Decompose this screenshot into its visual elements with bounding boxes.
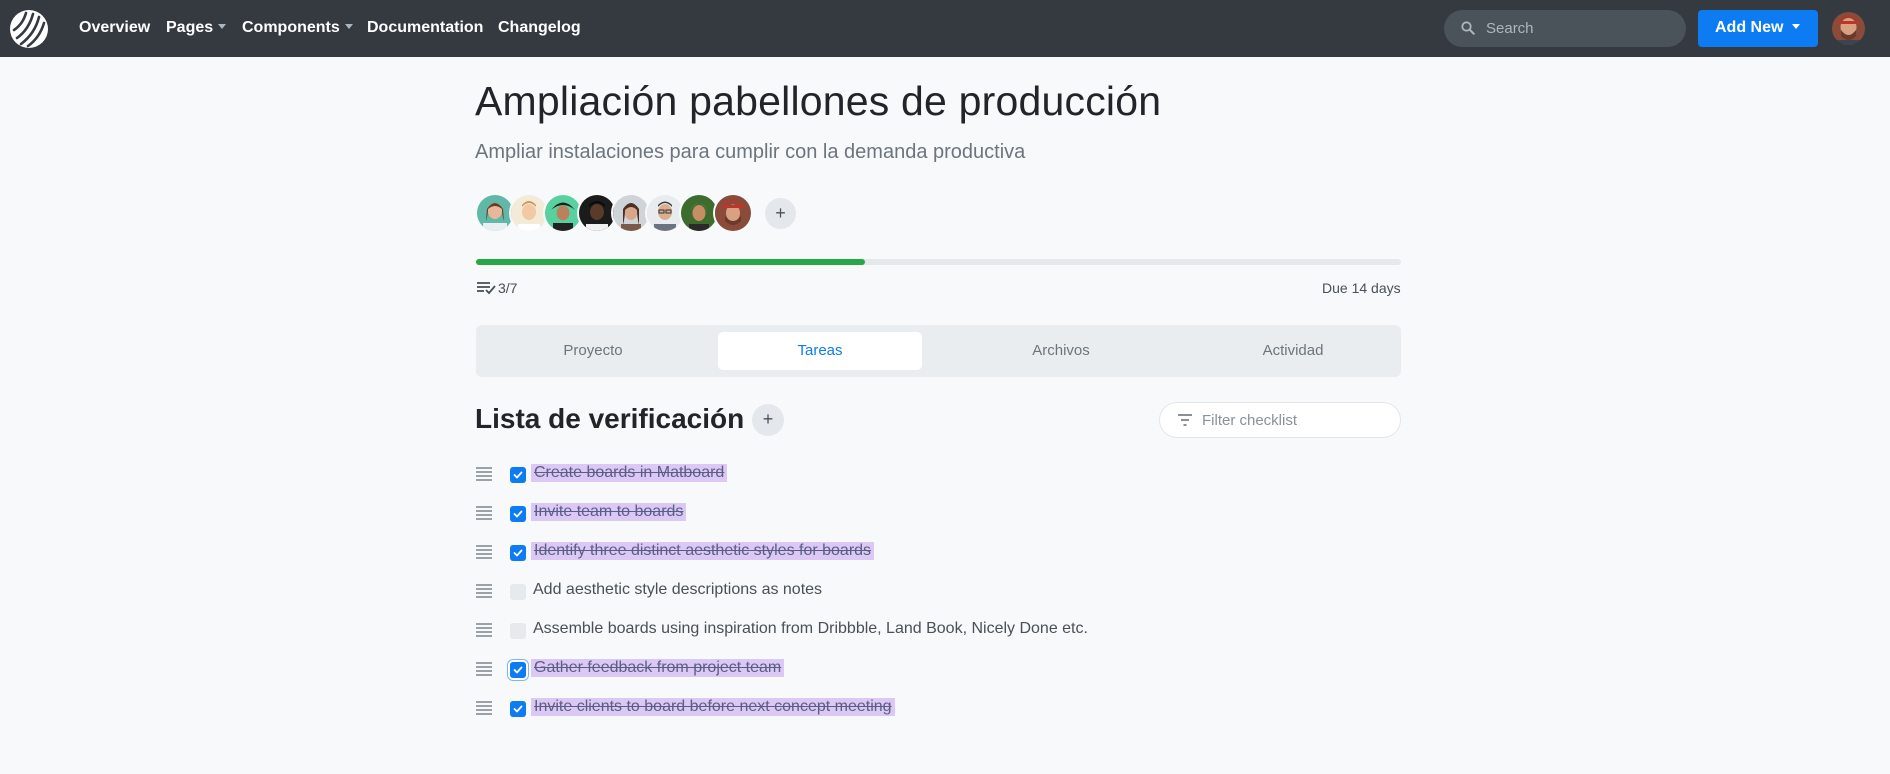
search-box[interactable]	[1444, 10, 1686, 47]
nav-documentation[interactable]: Documentation	[367, 0, 483, 57]
checklist-item: Add aesthetic style descriptions as note…	[476, 578, 1176, 606]
add-checklist-item-button[interactable]: +	[752, 404, 784, 436]
search-input[interactable]	[1486, 10, 1676, 47]
page-subtitle: Ampliar instalaciones para cumplir con l…	[475, 141, 1026, 163]
add-new-label: Add New	[1715, 19, 1784, 36]
checklist-item-label[interactable]: Identify three distinct aesthetic styles…	[531, 542, 875, 560]
checklist-checkbox[interactable]	[510, 662, 526, 678]
tasks-done-label: 3/7	[498, 280, 518, 296]
checklist-checkbox[interactable]	[510, 584, 526, 600]
checkmark-icon	[513, 705, 523, 713]
drag-handle-icon[interactable]	[476, 623, 492, 637]
nav-components[interactable]: Components	[242, 0, 353, 57]
drag-handle-icon[interactable]	[476, 467, 492, 481]
checklist-item: Assemble boards using inspiration from D…	[476, 617, 1176, 645]
checklist-item: Gather feedback from project team	[476, 656, 1176, 684]
checklist-filter[interactable]	[1159, 402, 1401, 438]
chevron-down-icon	[218, 23, 227, 29]
tab-archivos[interactable]: Archivos	[944, 332, 1178, 370]
drag-handle-icon[interactable]	[476, 701, 492, 715]
checklist-checkbox[interactable]	[510, 623, 526, 639]
drag-handle-icon[interactable]	[476, 506, 492, 520]
project-progress-fill	[476, 259, 865, 265]
checkmark-icon	[513, 549, 523, 557]
checklist-item-label[interactable]: Create boards in Matboard	[531, 464, 728, 482]
tab-proyecto[interactable]: Proyecto	[476, 332, 710, 370]
top-navbar: Overview Pages Components Documentation …	[0, 0, 1890, 57]
avatar[interactable]	[713, 193, 753, 233]
drag-handle-icon[interactable]	[476, 662, 492, 676]
checkmark-icon	[513, 666, 523, 674]
tasks-done-counter: 3/7	[476, 280, 517, 296]
checklist-title: Lista de verificación	[475, 403, 745, 434]
nav-components-label: Components	[242, 19, 340, 36]
user-avatar-image	[1832, 12, 1865, 45]
chevron-down-icon	[1792, 23, 1801, 29]
chevron-down-icon	[344, 23, 353, 29]
checklist-item: Invite team to boards	[476, 500, 1176, 528]
project-progress-bar	[476, 259, 1401, 265]
filter-icon	[1178, 414, 1192, 426]
user-avatar[interactable]	[1832, 12, 1865, 45]
tab-actividad[interactable]: Actividad	[1176, 332, 1410, 370]
nav-overview[interactable]: Overview	[79, 0, 150, 57]
checklist-item-label[interactable]: Add aesthetic style descriptions as note…	[533, 581, 822, 599]
checklist-icon	[477, 281, 496, 295]
checklist-checkbox[interactable]	[510, 701, 526, 717]
filter-checklist-input[interactable]	[1202, 403, 1392, 437]
add-member-button[interactable]: +	[765, 198, 796, 229]
logo-icon[interactable]	[10, 10, 48, 48]
nav-pages-label: Pages	[166, 19, 214, 36]
checkmark-icon	[513, 471, 523, 479]
drag-handle-icon[interactable]	[476, 545, 492, 559]
checklist-checkbox[interactable]	[510, 545, 526, 561]
checklist-checkbox[interactable]	[510, 467, 526, 483]
checklist-item: Identify three distinct aesthetic styles…	[476, 539, 1176, 567]
checklist-item: Invite clients to board before next conc…	[476, 695, 1176, 723]
tab-tareas[interactable]: Tareas	[718, 332, 922, 370]
search-icon	[1461, 21, 1475, 35]
checkmark-icon	[513, 510, 523, 518]
nav-documentation-label: Documentation	[367, 19, 484, 36]
drag-handle-icon[interactable]	[476, 584, 492, 598]
add-new-button[interactable]: Add New	[1698, 10, 1818, 47]
checklist-checkbox[interactable]	[510, 506, 526, 522]
nav-overview-label: Overview	[79, 19, 151, 36]
nav-pages[interactable]: Pages	[166, 0, 227, 57]
checklist-item: Create boards in Matboard	[476, 461, 1176, 489]
nav-changelog-label: Changelog	[498, 19, 581, 36]
due-date-label: Due 14 days	[1322, 280, 1401, 296]
checklist-item-label[interactable]: Gather feedback from project team	[531, 659, 785, 677]
checklist-item-label[interactable]: Invite clients to board before next conc…	[531, 698, 895, 716]
checklist-item-label[interactable]: Assemble boards using inspiration from D…	[533, 620, 1088, 638]
checklist-item-label[interactable]: Invite team to boards	[531, 503, 687, 521]
page-title: Ampliación pabellones de producción	[475, 78, 1162, 124]
project-tabs: Proyecto Tareas Archivos Actividad	[476, 325, 1401, 377]
nav-changelog[interactable]: Changelog	[498, 0, 581, 57]
